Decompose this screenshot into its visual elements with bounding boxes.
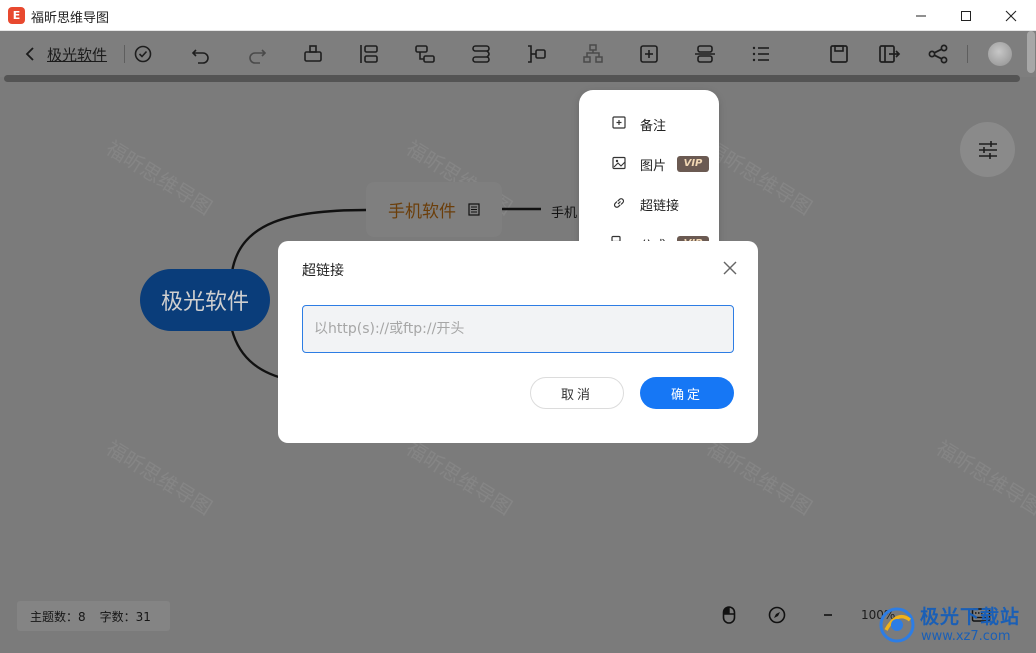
menu-item-note[interactable]: 备注 (579, 105, 719, 141)
sliders-icon (978, 140, 997, 159)
menu-item-hyperlink[interactable]: 超链接 (579, 185, 719, 221)
layout-icon[interactable] (581, 42, 605, 66)
hyperlink-dialog: 超链接 取消 确定 (278, 241, 758, 443)
zoom-out-icon[interactable] (818, 605, 838, 625)
insert-sibling-icon[interactable] (357, 42, 381, 66)
share-icon[interactable] (926, 42, 950, 66)
save-icon[interactable] (827, 42, 851, 66)
minimize-icon (916, 15, 926, 16)
app-logo: E (8, 7, 25, 24)
undo-icon[interactable] (189, 42, 213, 66)
menu-item-label: 超链接 (640, 199, 680, 214)
saved-check-icon (131, 42, 155, 66)
note-icon[interactable] (468, 203, 480, 216)
confirm-button[interactable]: 确定 (640, 377, 734, 409)
maximize-icon (961, 10, 971, 21)
root-topic-node[interactable]: 极光软件 (140, 269, 270, 331)
dialog-title: 超链接 (302, 263, 344, 279)
site-watermark: 极光下载站 www.xz7.com (876, 600, 1036, 653)
maximize-button[interactable] (943, 0, 989, 31)
user-avatar[interactable] (988, 42, 1012, 66)
insert-icon[interactable] (637, 42, 661, 66)
document-stats: 主题数：8 字数：31 (17, 601, 170, 631)
back-arrow-icon[interactable] (22, 43, 40, 65)
vertical-scrollbar[interactable] (1027, 31, 1035, 73)
url-input[interactable] (302, 305, 734, 353)
title-bar: E 福昕思维导图 (0, 0, 1036, 31)
menu-item-label: 图片 (640, 159, 667, 174)
outline-icon[interactable] (749, 42, 773, 66)
image-icon (612, 156, 626, 170)
link-icon (613, 198, 625, 208)
menu-item-image[interactable]: 图片 VIP (579, 145, 719, 181)
close-icon (1005, 10, 1017, 21)
align-icon[interactable] (693, 42, 717, 66)
insert-child-icon[interactable] (413, 42, 437, 66)
vip-badge: VIP (677, 156, 709, 172)
locate-icon[interactable] (767, 605, 787, 625)
toolbar-divider (967, 45, 968, 63)
topic-count: 主题数：8 (30, 609, 86, 624)
site-logo-icon (879, 607, 915, 643)
horizontal-scrollbar[interactable] (4, 75, 1020, 82)
site-url: www.xz7.com (921, 629, 1011, 644)
word-count: 字数：31 (99, 609, 151, 624)
minimize-button[interactable] (898, 0, 944, 31)
redo-icon[interactable] (245, 42, 269, 66)
note-add-icon (612, 116, 626, 129)
style-settings-button[interactable] (960, 122, 1015, 177)
mouse-mode-icon[interactable] (719, 605, 739, 625)
app-title: 福昕思维导图 (31, 11, 110, 26)
child-topic-label: 手机软件 (388, 202, 456, 222)
close-icon[interactable] (722, 260, 738, 276)
close-window-button[interactable] (988, 0, 1034, 31)
document-title[interactable]: 极光软件 (47, 44, 107, 65)
toolbar: 极光软件 (0, 31, 1036, 77)
site-name: 极光下载站 (920, 606, 1021, 628)
cancel-button[interactable]: 取消 (530, 377, 624, 409)
export-icon[interactable] (877, 42, 901, 66)
insert-parent-icon[interactable] (301, 42, 325, 66)
menu-item-label: 备注 (640, 119, 667, 134)
child-topic-node[interactable]: 手机软件 (366, 182, 502, 237)
leaf-topic-node[interactable]: 手机 (551, 202, 577, 221)
summary-icon[interactable] (525, 42, 549, 66)
relation-line-icon[interactable] (469, 42, 493, 66)
toolbar-divider (124, 45, 125, 63)
